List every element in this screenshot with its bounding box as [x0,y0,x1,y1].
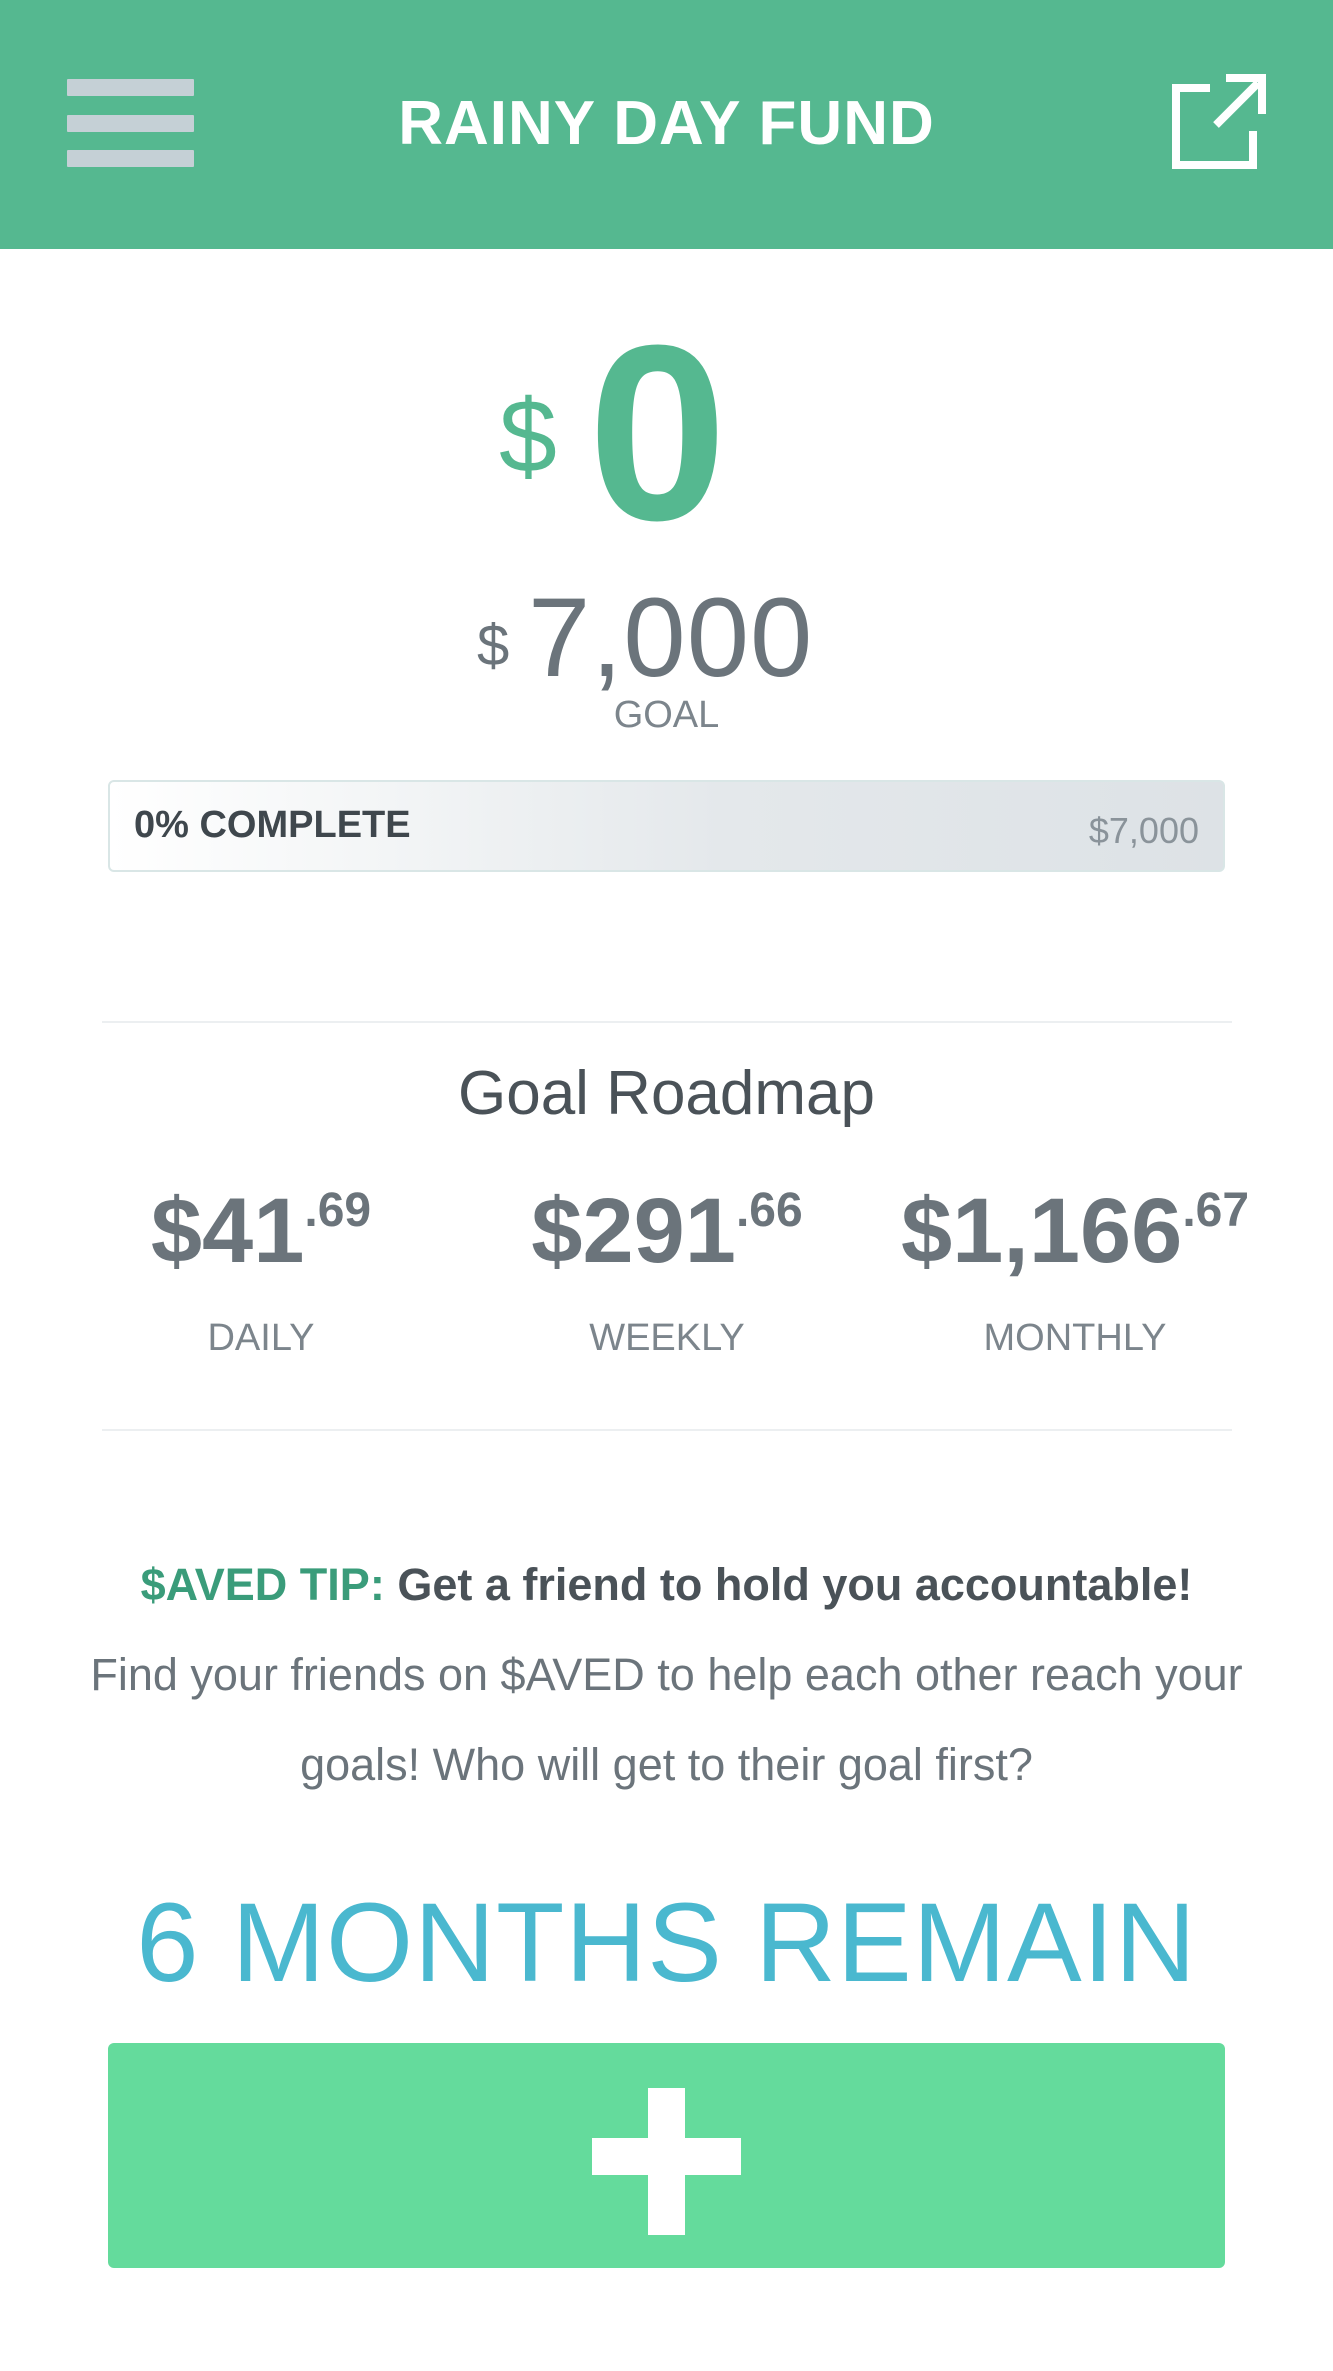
divider [102,1021,1232,1023]
page-title: RAINY DAY FUND [398,89,935,158]
progress-percent-label: 0% COMPLETE [134,804,411,846]
weekly-label: WEEKLY [589,1317,745,1359]
share-icon [1172,74,1266,169]
divider [102,1429,1232,1431]
goal-currency-symbol: $ [477,613,510,678]
tip-prefix: $AVED TIP: [140,1559,385,1610]
progress-bar: 0% COMPLETE $7,000 [108,780,1225,872]
monthly-label: MONTHLY [983,1317,1167,1359]
saved-amount: $ 0 [0,308,1333,558]
saved-amount-value: 0 [588,293,728,572]
progress-target-label: $7,000 [1088,810,1199,851]
weekly-amount: $291.66 [531,1180,803,1282]
tip-body: Find your friends on $AVED to help each … [90,1649,1243,1790]
daily-amount: $41.69 [150,1180,372,1282]
roadmap-daily: $41.69 DAILY [71,1185,451,1365]
app-header: RAINY DAY FUND [0,0,1333,249]
add-deposit-button[interactable] [108,2043,1225,2268]
roadmap-title: Goal Roadmap [457,1059,876,1128]
time-remaining: 6 MONTHS REMAIN [136,1880,1197,2005]
goal-label: GOAL [613,694,720,736]
monthly-amount: $1,166.67 [900,1180,1250,1282]
goal-amount: 7,000 [528,575,814,700]
saved-tip: $AVED TIP: Get a friend to hold you acco… [40,1540,1293,1810]
tip-headline: Get a friend to hold you accountable! [397,1559,1193,1610]
daily-label: DAILY [207,1317,315,1359]
share-button[interactable] [1168,70,1266,173]
saved-currency-symbol: $ [499,379,557,495]
roadmap-weekly: $291.66 WEEKLY [477,1185,857,1365]
roadmap-monthly: $1,166.67 MONTHLY [885,1185,1265,1365]
